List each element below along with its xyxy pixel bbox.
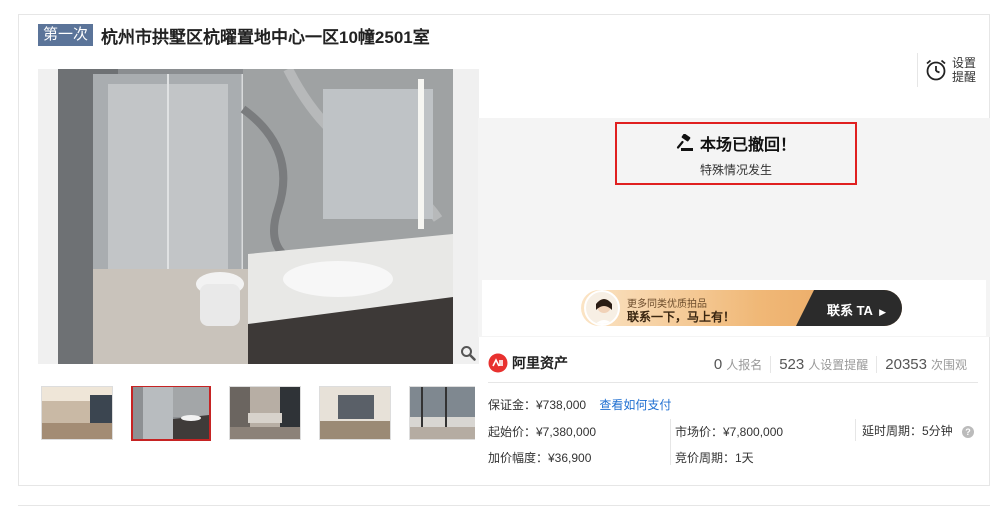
stat-views-count: 20353	[885, 356, 927, 373]
column-divider-1	[670, 419, 671, 465]
withdrawn-notice: 本场已撤回！ 特殊情况发生	[615, 122, 857, 185]
title-row: 第一次 杭州市拱墅区杭曜置地中心一区10幢2501室	[38, 23, 430, 47]
thumbnail-2-active[interactable]	[131, 386, 211, 441]
market-price: 市场价：¥7,800,000	[675, 425, 784, 439]
price-increment: 加价幅度：¥36,900	[488, 451, 592, 465]
stat-signups: 0 人报名	[706, 356, 770, 373]
brand-name: 阿里资产	[512, 355, 568, 371]
status-title: 本场已撤回！	[699, 137, 796, 154]
thumbnail-strip	[41, 386, 475, 442]
thumbnail-3[interactable]	[229, 386, 301, 440]
delay-period: 延时周期：5分钟	[862, 424, 953, 438]
reminder-label-line2: 提醒	[952, 70, 977, 84]
gavel-icon	[676, 134, 693, 151]
agent-avatar	[584, 290, 620, 326]
alarm-clock-icon	[926, 59, 946, 81]
bid-period: 竞价周期：1天	[675, 451, 754, 465]
stat-views: 20353 次围观	[876, 356, 975, 373]
divider	[488, 382, 978, 383]
brand: 阿里资产	[488, 353, 568, 373]
stats-bar: 0 人报名 523 人设置提醒 20353 次围观	[706, 356, 975, 373]
stat-signups-label: 人报名	[726, 358, 763, 372]
how-to-pay-link[interactable]: 查看如何支付	[599, 398, 671, 412]
delay-period-row: 延时周期：5分钟 ?	[862, 422, 975, 439]
stat-signups-count: 0	[713, 356, 723, 373]
thumbnail-4[interactable]	[319, 386, 391, 440]
deposit-row: 保证金：¥738,000 查看如何支付	[488, 396, 671, 413]
reminder-label: 设置 提醒	[952, 56, 976, 84]
status-panel: 本场已撤回！ 特殊情况发生	[478, 118, 990, 280]
bottom-divider	[18, 505, 990, 506]
ad-area: 更多同类优质拍品 联系一下，马上有！ 联系 TA ▶	[478, 280, 990, 337]
stat-reminders-label: 人设置提醒	[808, 358, 869, 372]
stat-views-label: 次围观	[930, 358, 967, 372]
stat-reminders-count: 523	[779, 356, 805, 373]
column-divider-2	[855, 419, 856, 441]
play-arrow-icon: ▶	[879, 307, 886, 317]
ad-headline: 联系一下，马上有！	[627, 310, 736, 324]
main-photo[interactable]	[38, 69, 479, 364]
page-title: 杭州市拱墅区杭曜置地中心一区10幢2501室	[101, 27, 430, 47]
zoom-icon[interactable]	[460, 345, 476, 361]
ali-assets-logo-icon	[488, 353, 508, 373]
help-icon[interactable]: ?	[962, 425, 975, 438]
auction-card: 第一次 杭州市拱墅区杭曜置地中心一区10幢2501室 设置 提醒 本场已撤回！ …	[18, 14, 990, 486]
contact-ta-label: 联系 TA	[826, 303, 873, 318]
stat-reminders: 523 人设置提醒	[770, 356, 876, 373]
status-title-row: 本场已撤回！	[617, 131, 855, 155]
contact-ad-banner[interactable]: 更多同类优质拍品 联系一下，马上有！ 联系 TA ▶	[581, 290, 902, 326]
thumbnail-5[interactable]	[409, 386, 475, 440]
status-subtitle: 特殊情况发生	[699, 163, 772, 177]
set-reminder-button[interactable]: 设置 提醒	[917, 53, 981, 87]
reminder-label-line1: 设置	[952, 56, 977, 70]
contact-ta-button[interactable]: 联系 TA ▶	[827, 300, 886, 319]
ad-container: 更多同类优质拍品 联系一下，马上有！ 联系 TA ▶	[482, 280, 986, 336]
deposit-value: 保证金：¥738,000	[488, 398, 587, 412]
thumbnail-1[interactable]	[41, 386, 113, 440]
start-price: 起始价：¥7,380,000	[488, 425, 597, 439]
round-badge: 第一次	[38, 24, 94, 46]
